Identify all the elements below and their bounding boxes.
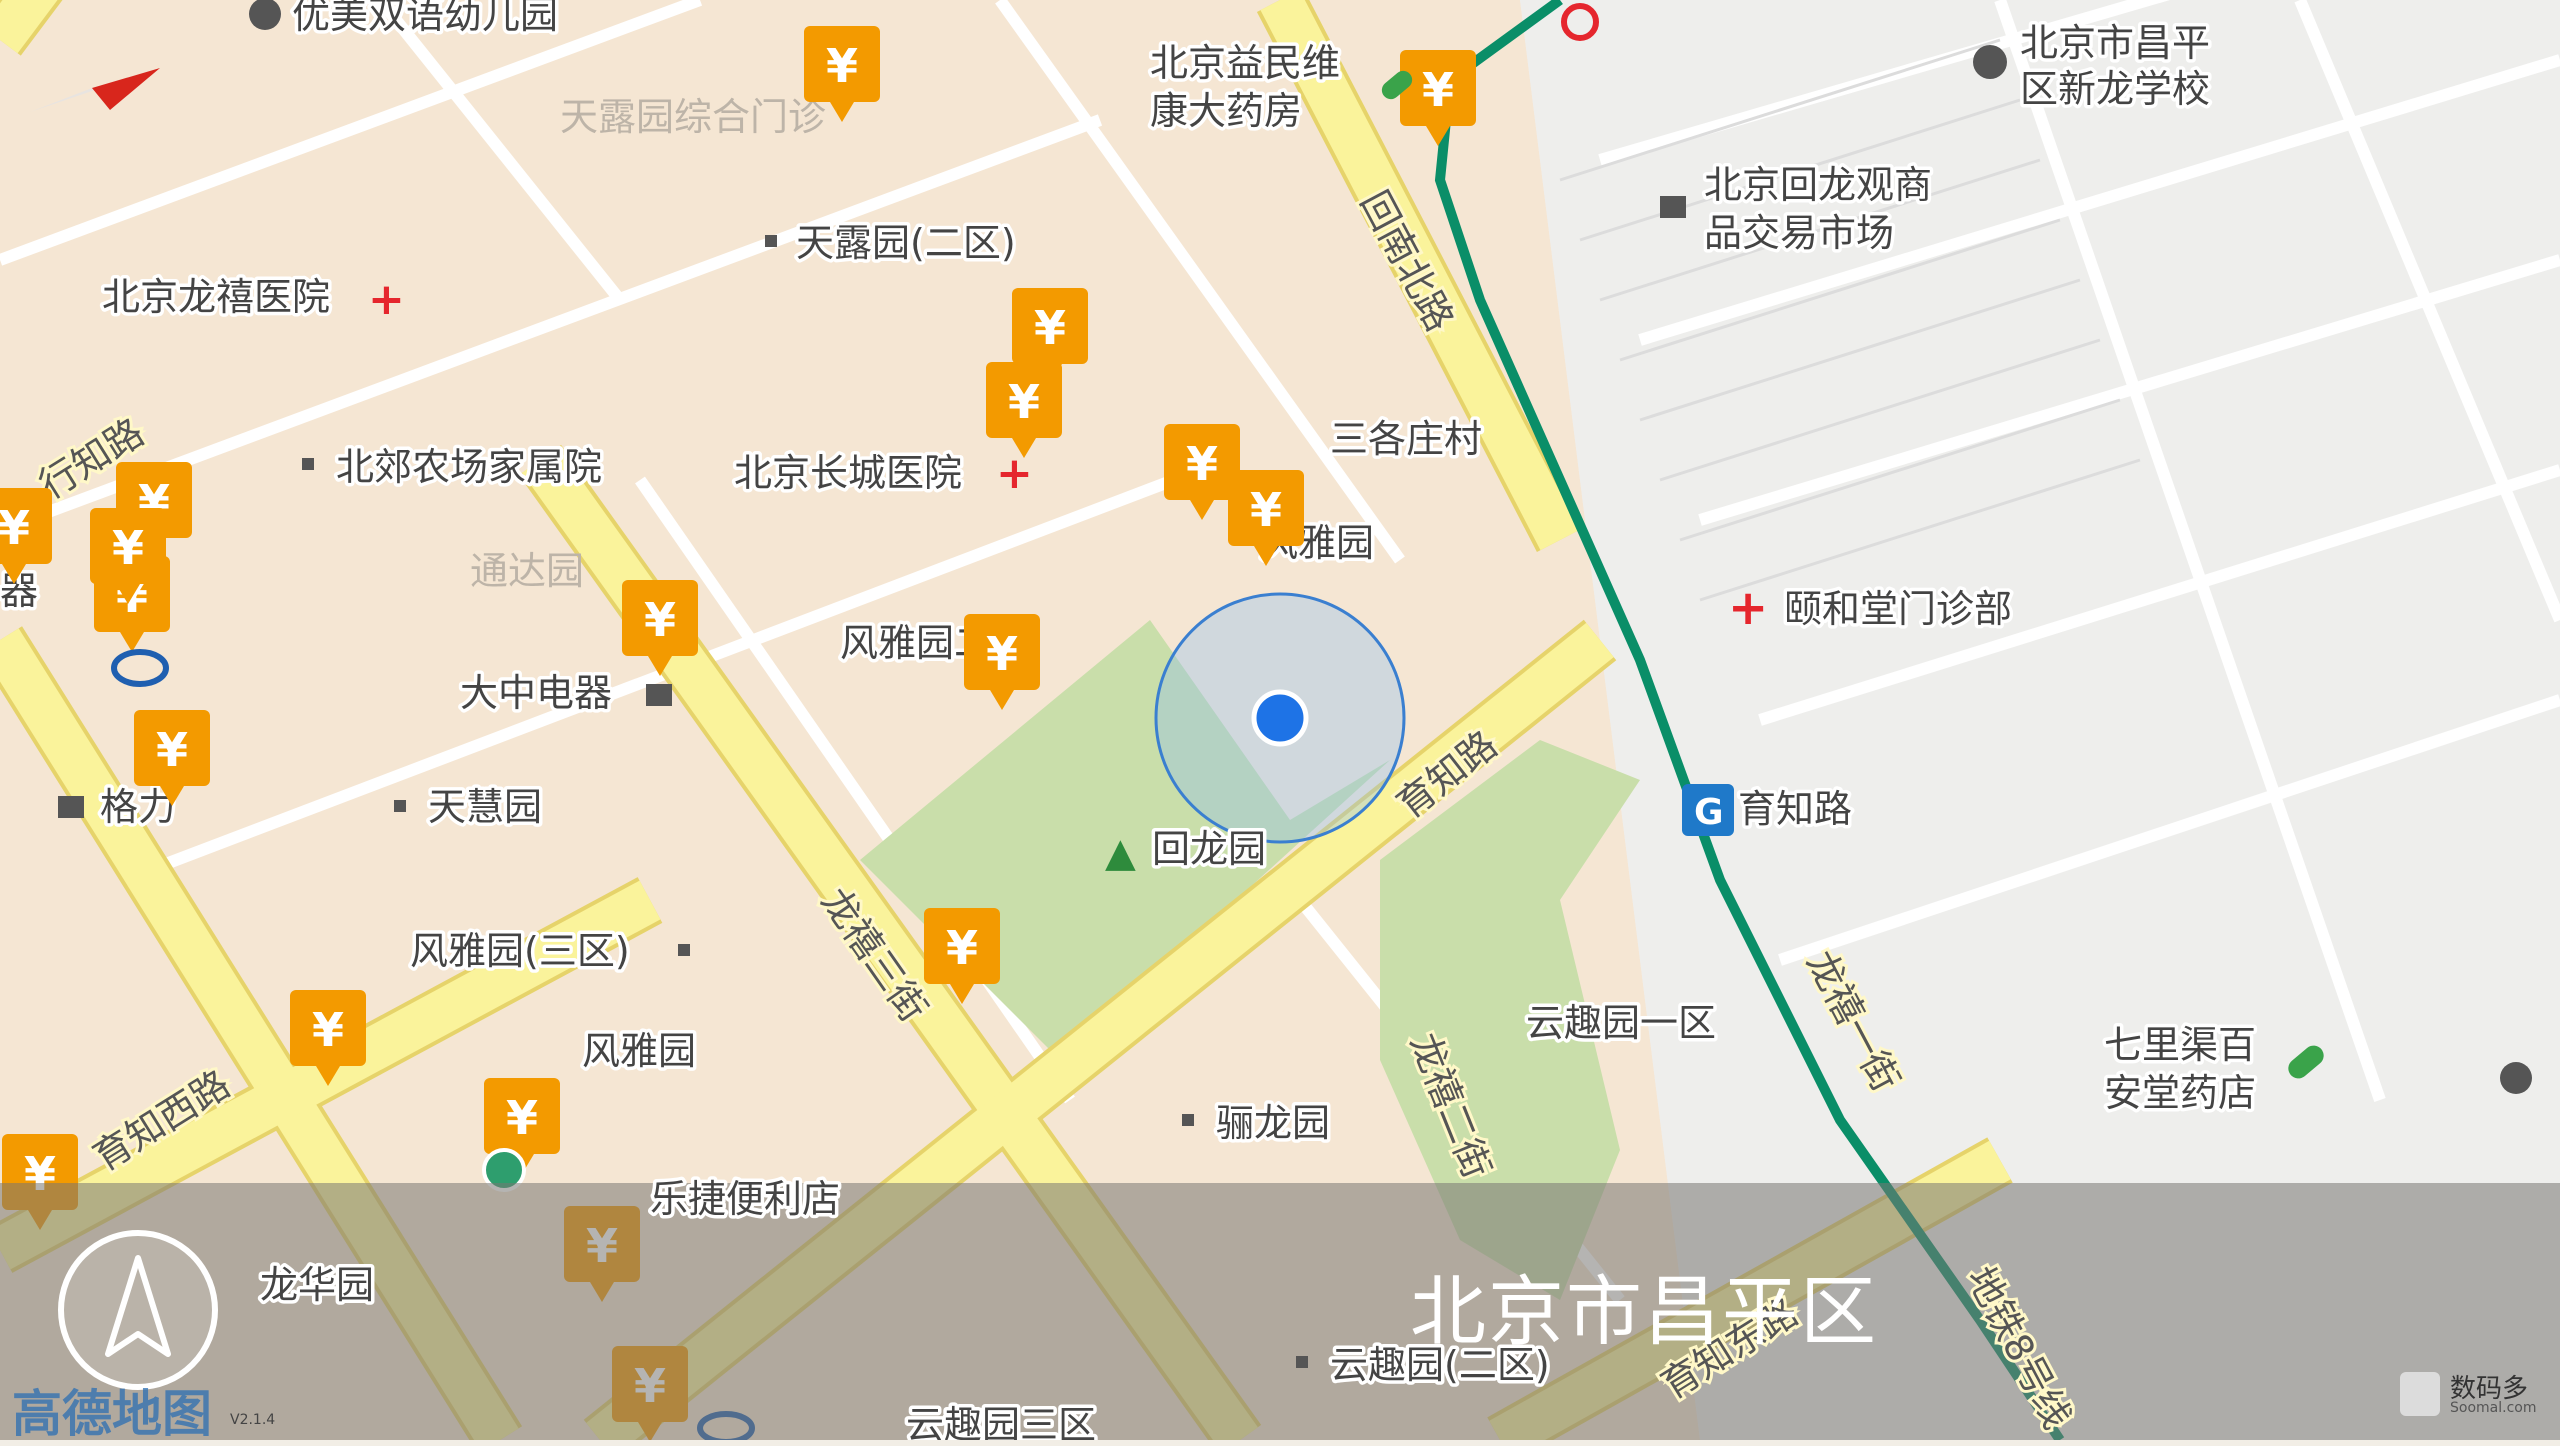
poi-longhuayuan[interactable]: 龙华园 (257, 1260, 378, 1311)
region-name: 北京市昌平区 (1410, 1267, 1878, 1356)
road-subway-8: 地铁8号线 (1958, 1260, 2080, 1436)
amap-logo: 高德地图 (12, 1385, 212, 1443)
north-arrow-icon (105, 1255, 171, 1357)
watermark-logo-icon (2400, 1372, 2440, 1416)
app-version: V2.1.4 (230, 1412, 276, 1428)
watermark-subtitle: Soomal.com (2450, 1400, 2537, 1416)
watermark: 数码多 Soomal.com (2400, 1366, 2550, 1422)
poi-yunquyuan-3[interactable]: 云趣园三区 (903, 1400, 1100, 1441)
compass-button[interactable] (58, 1230, 218, 1390)
poi-dot-icon (1296, 1356, 1308, 1368)
poi-lejie-store[interactable]: 乐捷便利店 (647, 1174, 844, 1225)
bottom-map-labels: 乐捷便利店 龙华园 云趣园(二区) 云趣园三区 育知东路 地铁8号线 (257, 1174, 2083, 1441)
